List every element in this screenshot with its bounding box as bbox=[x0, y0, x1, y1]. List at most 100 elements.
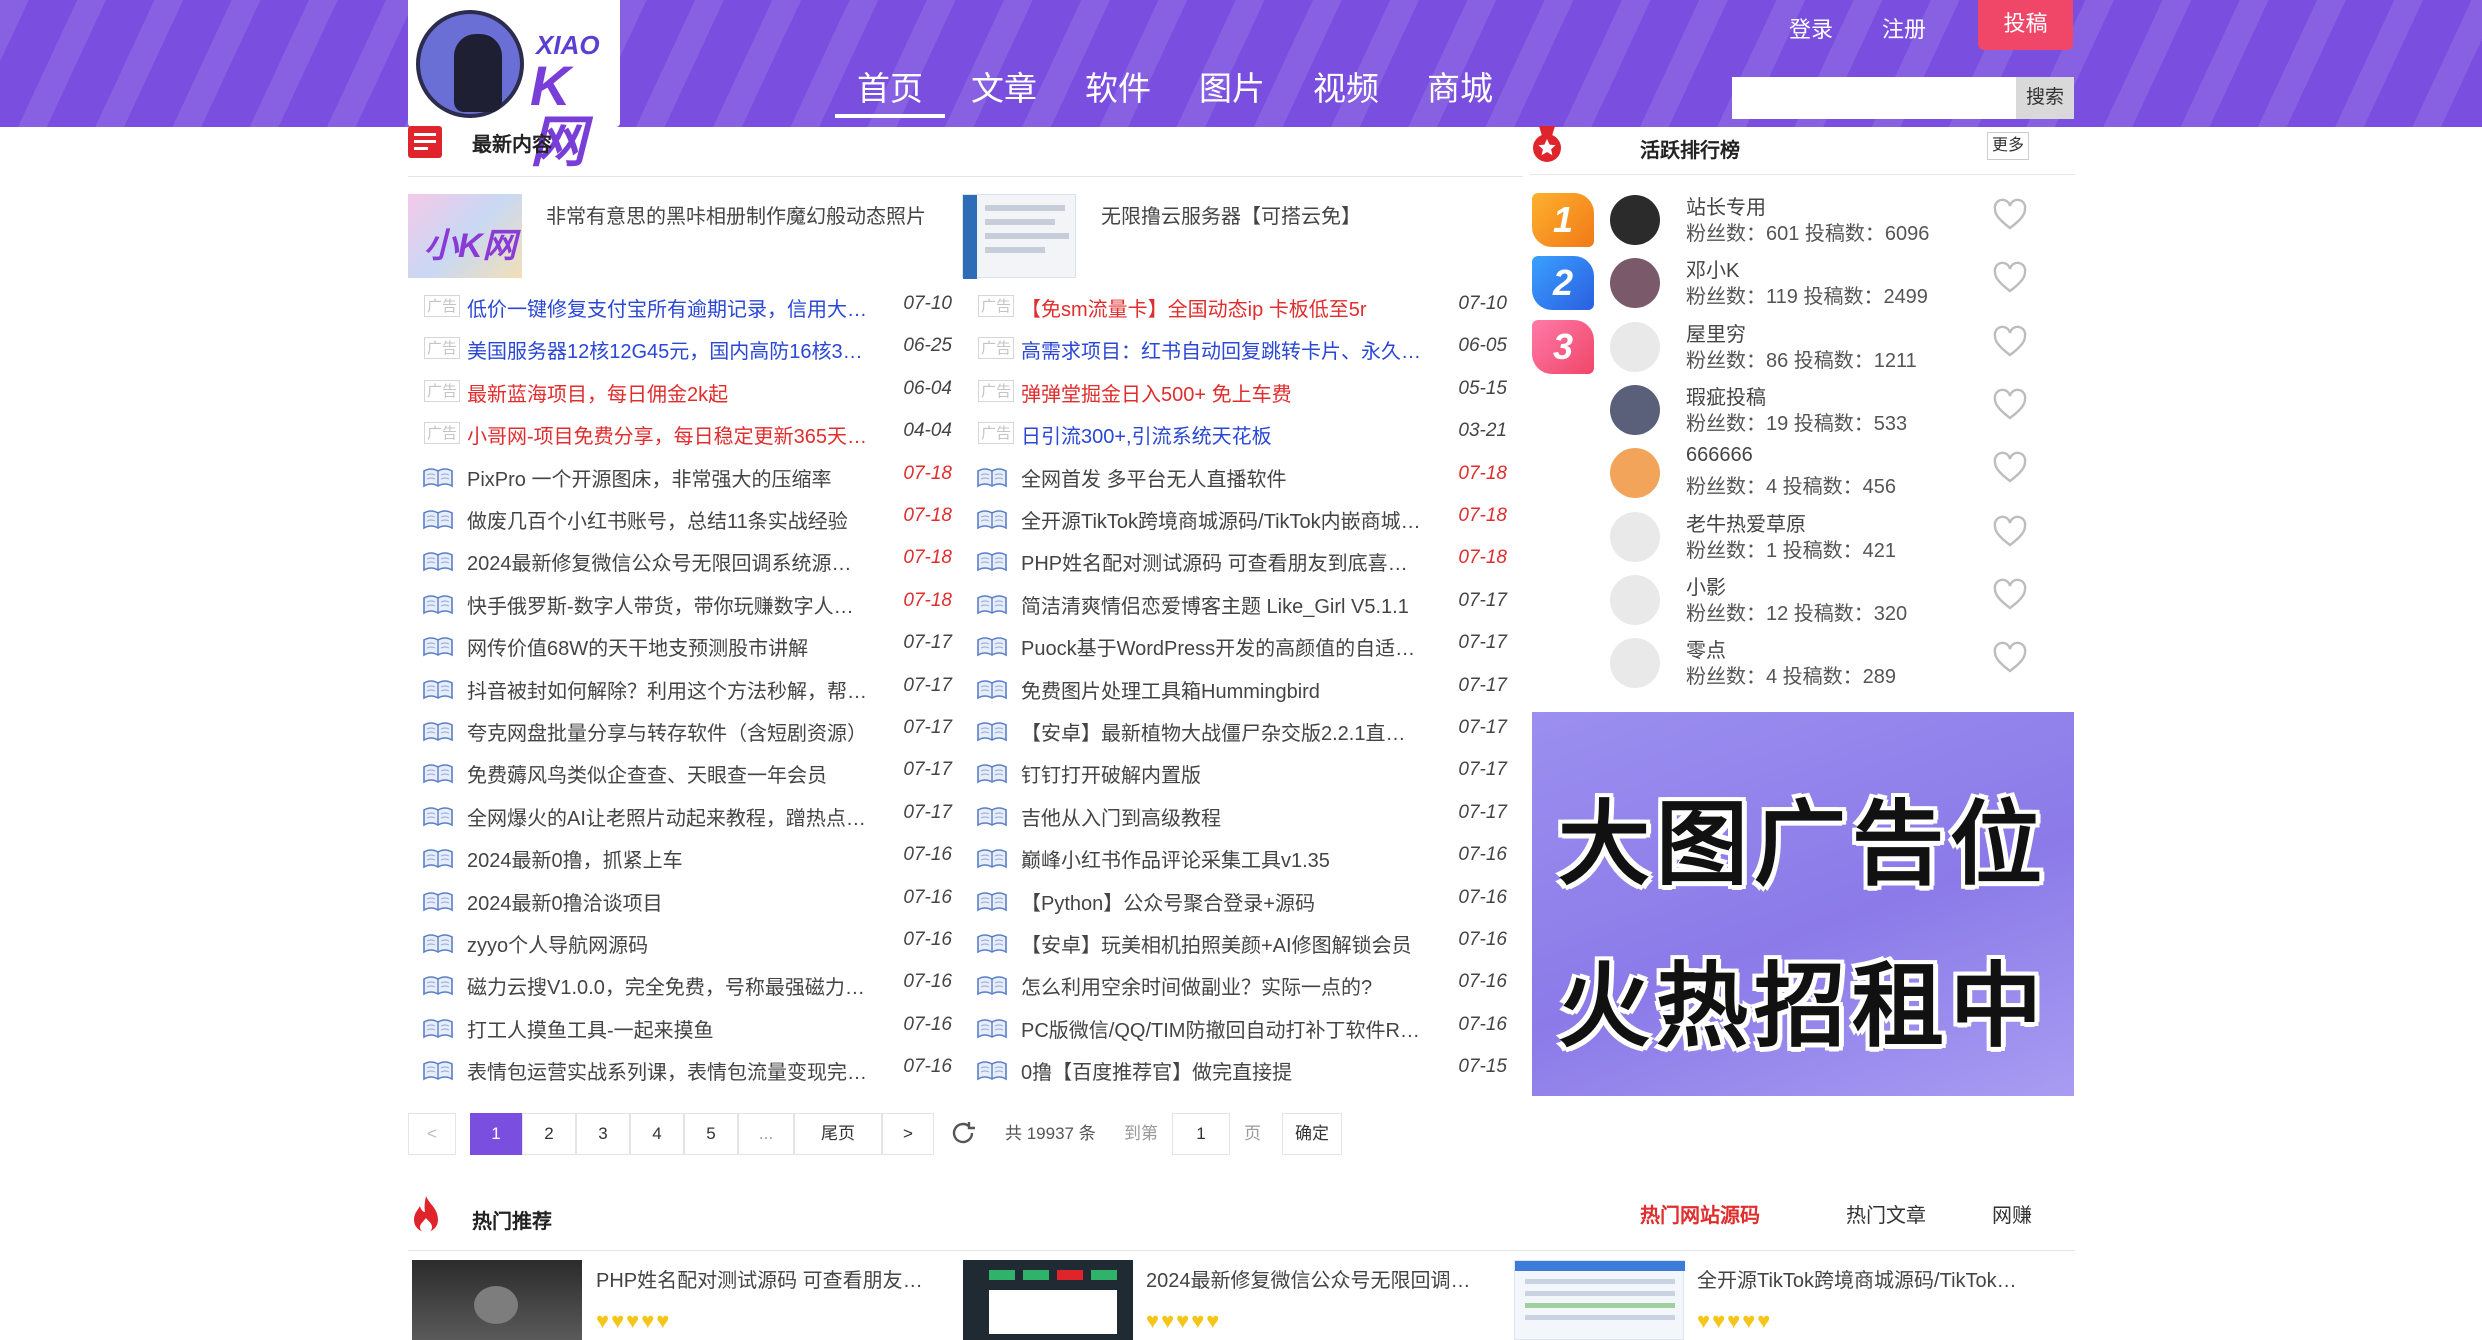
ranking-item[interactable]: 666666 粉丝数：4 投稿数：456 bbox=[1530, 440, 2075, 502]
article-list-item[interactable]: 简洁清爽情侣恋爱博客主题 Like_Girl V5.1.1 07-17 bbox=[964, 586, 1507, 620]
article-title[interactable]: Puock基于WordPress开发的高颜值的自适应主题 bbox=[1021, 632, 1423, 661]
article-title[interactable]: 磁力云搜V1.0.0，完全免费，号称最强磁力搜索 bbox=[467, 971, 869, 1000]
article-list-item[interactable]: 2024最新0撸洽谈项目 07-16 bbox=[410, 883, 952, 917]
user-avatar[interactable] bbox=[1610, 322, 1660, 372]
article-title[interactable]: 吉他从入门到高级教程 bbox=[1021, 802, 1423, 831]
article-title[interactable]: 巅峰小红书作品评论采集工具v1.35 bbox=[1021, 844, 1423, 873]
article-list-item[interactable]: PC版微信/QQ/TIM防撤回自动打补丁软件R1.0 07-16 bbox=[964, 1010, 1507, 1044]
pagination-page[interactable]: 3 bbox=[576, 1113, 630, 1155]
article-list-item[interactable]: 巅峰小红书作品评论采集工具v1.35 07-16 bbox=[964, 840, 1507, 874]
article-title[interactable]: 日引流300+,引流系统天花板 bbox=[1021, 420, 1423, 449]
register-link[interactable]: 注册 bbox=[1882, 12, 1926, 44]
featured-title[interactable]: 无限撸云服务器【可搭云免】 bbox=[1101, 200, 1361, 229]
article-list-item[interactable]: 2024最新0撸，抓紧上车 07-16 bbox=[410, 840, 952, 874]
featured-title[interactable]: 非常有意思的黑咔相册制作魔幻般动态照片 bbox=[546, 200, 926, 229]
article-list-item[interactable]: 打工人摸鱼工具-一起来摸鱼 07-16 bbox=[410, 1010, 952, 1044]
article-title[interactable]: 全网首发 多平台无人直播软件 bbox=[1021, 463, 1423, 492]
site-logo[interactable]: XIAO K网 bbox=[408, 0, 620, 170]
ad-list-item[interactable]: 广告 小哥网-项目免费分享，每日稳定更新365天不间断 04-04 bbox=[410, 416, 952, 450]
article-list-item[interactable]: PHP姓名配对测试源码 可查看朋友到底喜欢谁 07-18 bbox=[964, 543, 1507, 577]
pagination-next[interactable]: > bbox=[882, 1113, 934, 1155]
search-button[interactable]: 搜索 bbox=[2016, 77, 2074, 119]
ranking-item[interactable]: 零点 粉丝数：4 投稿数：289 bbox=[1530, 630, 2075, 692]
article-list-item[interactable]: 夸克网盘批量分享与转存软件（含短剧资源） 07-17 bbox=[410, 713, 952, 747]
user-name[interactable]: 小影 bbox=[1686, 571, 1726, 600]
follow-heart-icon[interactable] bbox=[1992, 260, 2028, 296]
article-title[interactable]: 打工人摸鱼工具-一起来摸鱼 bbox=[467, 1014, 869, 1043]
ad-list-item[interactable]: 广告 【免sm流量卡】全国动态ip 卡板低至5r 07-10 bbox=[964, 289, 1507, 323]
pagination-page[interactable]: 2 bbox=[522, 1113, 576, 1155]
search-input[interactable] bbox=[1732, 77, 2016, 119]
hot-card-thumbnail[interactable] bbox=[963, 1260, 1133, 1340]
article-list-item[interactable]: 磁力云搜V1.0.0，完全免费，号称最强磁力搜索 07-16 bbox=[410, 967, 952, 1001]
hot-card-title[interactable]: 2024最新修复微信公众号无限回调系统源码 bbox=[1146, 1264, 1476, 1293]
article-title[interactable]: 表情包运营实战系列课，表情包流量变现完整教程 bbox=[467, 1056, 869, 1085]
ranking-item[interactable]: 3 屋里穷 粉丝数：86 投稿数：1211 bbox=[1530, 314, 2075, 376]
follow-heart-icon[interactable] bbox=[1992, 197, 2028, 233]
article-title[interactable]: 【免sm流量卡】全国动态ip 卡板低至5r bbox=[1021, 293, 1423, 322]
ranking-more-button[interactable]: 更多 bbox=[1987, 132, 2029, 160]
article-title[interactable]: 快手俄罗斯-数字人带货，带你玩赚数字人短视频 bbox=[467, 590, 869, 619]
article-list-item[interactable]: PixPro 一个开源图床，非常强大的压缩率 07-18 bbox=[410, 459, 952, 493]
user-name[interactable]: 瑕疵投稿 bbox=[1686, 381, 1766, 410]
article-title[interactable]: 【Python】公众号聚合登录+源码 bbox=[1021, 887, 1423, 916]
article-list-item[interactable]: 吉他从入门到高级教程 07-17 bbox=[964, 798, 1507, 832]
article-list-item[interactable]: 全网首发 多平台无人直播软件 07-18 bbox=[964, 459, 1507, 493]
article-title[interactable]: 钉钉打开破解内置版 bbox=[1021, 759, 1423, 788]
article-title[interactable]: PHP姓名配对测试源码 可查看朋友到底喜欢谁 bbox=[1021, 547, 1423, 576]
user-name[interactable]: 老牛热爱草原 bbox=[1686, 508, 1806, 537]
article-list-item[interactable]: 怎么利用空余时间做副业？实际一点的? 07-16 bbox=[964, 967, 1507, 1001]
article-title[interactable]: 免费薅风鸟类似企查查、天眼查一年会员 bbox=[467, 759, 869, 788]
article-list-item[interactable]: 钉钉打开破解内置版 07-17 bbox=[964, 755, 1507, 789]
article-title[interactable]: 小哥网-项目免费分享，每日稳定更新365天不间断 bbox=[467, 420, 869, 449]
article-list-item[interactable]: 表情包运营实战系列课，表情包流量变现完整教程 07-16 bbox=[410, 1052, 952, 1086]
nav-item-videos[interactable]: 视频 bbox=[1291, 66, 1401, 112]
article-title[interactable]: 夸克网盘批量分享与转存软件（含短剧资源） bbox=[467, 717, 869, 746]
hot-card-thumbnail[interactable] bbox=[1514, 1260, 1685, 1340]
refresh-icon[interactable] bbox=[948, 1118, 978, 1148]
hot-tab-earn[interactable]: 网赚 bbox=[1992, 1199, 2032, 1228]
user-name[interactable]: 站长专用 bbox=[1686, 191, 1766, 220]
ad-list-item[interactable]: 广告 日引流300+,引流系统天花板 03-21 bbox=[964, 416, 1507, 450]
hot-card-title[interactable]: 全开源TikTok跨境商城源码/TikTok内嵌商城源码 bbox=[1697, 1264, 2027, 1293]
article-title[interactable]: 高需求项目：红书自动回复跳转卡片、永久收益 bbox=[1021, 335, 1423, 364]
nav-item-articles[interactable]: 文章 bbox=[949, 66, 1059, 112]
hot-tab-source-code[interactable]: 热门网站源码 bbox=[1640, 1199, 1760, 1228]
user-name[interactable]: 屋里穷 bbox=[1686, 318, 1746, 347]
article-list-item[interactable]: 2024最新修复微信公众号无限回调系统源码完整版 07-18 bbox=[410, 543, 952, 577]
follow-heart-icon[interactable] bbox=[1992, 324, 2028, 360]
article-title[interactable]: zyyo个人导航网源码 bbox=[467, 929, 869, 958]
article-title[interactable]: 免费图片处理工具箱Hummingbird bbox=[1021, 675, 1423, 704]
article-list-item[interactable]: 免费薅风鸟类似企查查、天眼查一年会员 07-17 bbox=[410, 755, 952, 789]
article-title[interactable]: PixPro 一个开源图床，非常强大的压缩率 bbox=[467, 463, 869, 492]
ad-list-item[interactable]: 广告 最新蓝海项目，每日佣金2k起 06-04 bbox=[410, 374, 952, 408]
article-title[interactable]: 全网爆火的AI让老照片动起来教程，蹭热点涨粉 bbox=[467, 802, 869, 831]
login-link[interactable]: 登录 bbox=[1789, 12, 1833, 44]
ad-list-item[interactable]: 广告 弹弹堂掘金日入500+ 免上车费 05-15 bbox=[964, 374, 1507, 408]
pagination-page[interactable]: 4 bbox=[630, 1113, 684, 1155]
ad-list-item[interactable]: 广告 高需求项目：红书自动回复跳转卡片、永久收益 06-05 bbox=[964, 331, 1507, 365]
submit-button[interactable]: 投稿 bbox=[1978, 0, 2073, 50]
article-list-item[interactable]: 抖音被封如何解除？利用这个方法秒解，帮你解决 07-17 bbox=[410, 671, 952, 705]
pagination-confirm-button[interactable]: 确定 bbox=[1282, 1113, 1342, 1155]
article-list-item[interactable]: 快手俄罗斯-数字人带货，带你玩赚数字人短视频 07-18 bbox=[410, 586, 952, 620]
follow-heart-icon[interactable] bbox=[1992, 387, 2028, 423]
article-title[interactable]: 做废几百个小红书账号，总结11条实战经验 bbox=[467, 505, 869, 534]
article-list-item[interactable]: 网传价值68W的天干地支预测股市讲解 07-17 bbox=[410, 628, 952, 662]
ad-list-item[interactable]: 广告 美国服务器12核12G45元，国内高防16核32G仅需 06-25 bbox=[410, 331, 952, 365]
ranking-item[interactable]: 小影 粉丝数：12 投稿数：320 bbox=[1530, 567, 2075, 629]
article-list-item[interactable]: 0撸【百度推荐官】做完直接提 07-15 bbox=[964, 1052, 1507, 1086]
article-title[interactable]: 简洁清爽情侣恋爱博客主题 Like_Girl V5.1.1 bbox=[1021, 590, 1423, 619]
user-avatar[interactable] bbox=[1610, 448, 1660, 498]
nav-item-images[interactable]: 图片 bbox=[1177, 66, 1287, 112]
article-list-item[interactable]: Puock基于WordPress开发的高颜值的自适应主题 07-17 bbox=[964, 628, 1507, 662]
user-avatar[interactable] bbox=[1610, 385, 1660, 435]
ranking-item[interactable]: 老牛热爱草原 粉丝数：1 投稿数：421 bbox=[1530, 504, 2075, 566]
pagination-page[interactable]: 5 bbox=[684, 1113, 738, 1155]
user-avatar[interactable] bbox=[1610, 195, 1660, 245]
ranking-item[interactable]: 1 站长专用 粉丝数：601 投稿数：6096 bbox=[1530, 187, 2075, 249]
hot-card-thumbnail[interactable] bbox=[412, 1260, 582, 1340]
article-title[interactable]: 【安卓】玩美相机拍照美颜+AI修图解锁会员 bbox=[1021, 929, 1423, 958]
ranking-item[interactable]: 2 邓小K 粉丝数：119 投稿数：2499 bbox=[1530, 250, 2075, 312]
pagination-page-input[interactable] bbox=[1172, 1113, 1230, 1155]
